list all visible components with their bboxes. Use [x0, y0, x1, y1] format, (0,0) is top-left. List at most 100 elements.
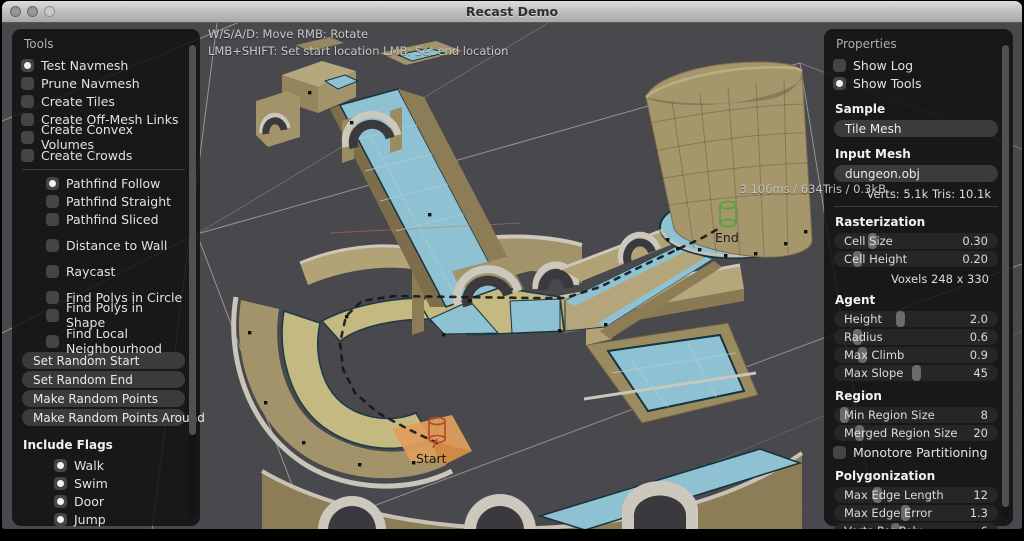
set-random-end-button[interactable]: Set Random End	[22, 371, 185, 388]
slider-verts-per-poly[interactable]: Verts Per Poly6	[834, 523, 998, 529]
mode-label: Raycast	[66, 264, 115, 279]
properties-panel-title: Properties	[833, 34, 999, 56]
flag-label: Walk	[74, 458, 104, 473]
checkbox-label: Monotore Partitioning	[853, 445, 988, 460]
slider-max-slope[interactable]: Max Slope 45	[834, 365, 998, 381]
checkbox-icon	[54, 495, 67, 508]
toggle-label: Show Log	[853, 58, 913, 73]
slider-max-edge-length[interactable]: Max Edge Length12	[834, 487, 998, 503]
region-section-title: Region	[835, 389, 999, 403]
slider-value: 0.30	[962, 234, 988, 248]
radio-icon	[21, 149, 34, 162]
title-bar: Recast Demo	[2, 1, 1022, 23]
mode-pathfind-straight[interactable]: Pathfind Straight	[46, 192, 186, 210]
flag-checkbox-door[interactable]: Door	[54, 492, 186, 510]
close-button[interactable]	[10, 6, 21, 17]
make-random-points-around-button[interactable]: Make Random Points Around	[22, 409, 185, 426]
properties-panel: Properties Show Log Show Tools Sample Ti…	[824, 29, 1013, 526]
slider-label: Merged Region Size	[844, 426, 957, 440]
end-label: End	[715, 230, 739, 245]
slider-min-region-size[interactable]: Min Region Size 8	[834, 407, 998, 423]
tool-option-create-tiles[interactable]: Create Tiles	[21, 92, 186, 110]
slider-value: 0.20	[962, 252, 988, 266]
mode-raycast[interactable]: Raycast	[46, 262, 186, 280]
flag-label: Jump	[74, 512, 106, 527]
window-title: Recast Demo	[2, 1, 1022, 22]
tool-option-label: Create Crowds	[41, 148, 132, 163]
slider-label: Max Slope	[844, 366, 903, 380]
slider-label: Height	[844, 312, 882, 326]
radio-icon	[21, 113, 34, 126]
make-random-points-button[interactable]: Make Random Points	[22, 390, 185, 407]
viewport-help-text: W/S/A/D: Move RMB: Rotate LMB+SHIFT: Set…	[208, 26, 508, 60]
slider-merged-region-size[interactable]: Merged Region Size 20	[834, 425, 998, 441]
checkbox-icon	[54, 459, 67, 472]
slider-value: 45	[973, 366, 988, 380]
slider-value: 2.0	[970, 312, 988, 326]
slider-cell-size[interactable]: Cell Size0.30	[834, 233, 998, 249]
flag-checkbox-jump[interactable]: Jump	[54, 510, 186, 528]
mode-distance-to-wall[interactable]: Distance to Wall	[46, 236, 186, 254]
slider-cell-height[interactable]: Cell Height 0.20	[834, 251, 998, 267]
mode-label: Pathfind Follow	[66, 176, 160, 191]
tools-panel: Tools Test Navmesh Prune Navmesh Create …	[12, 29, 200, 526]
tool-option-label: Prune Navmesh	[41, 76, 140, 91]
tools-scrollbar-thumb[interactable]	[189, 45, 196, 435]
help-line-1: W/S/A/D: Move RMB: Rotate	[208, 26, 508, 43]
slider-label: Cell Height	[844, 252, 907, 266]
radio-icon	[46, 309, 59, 322]
mode-pathfind-follow[interactable]: Pathfind Follow	[46, 174, 186, 192]
tool-option-create-convex-volumes[interactable]: Create Convex Volumes	[21, 128, 186, 146]
slider-value: 8	[981, 408, 988, 422]
window-controls	[10, 6, 55, 17]
flag-checkbox-walk[interactable]: Walk	[54, 456, 186, 474]
checkbox-icon	[833, 59, 846, 72]
rasterization-section-title: Rasterization	[835, 215, 999, 229]
slider-label: Min Region Size	[844, 408, 935, 422]
voxels-note: Voxels 248 x 330	[833, 269, 999, 287]
radio-icon	[46, 335, 59, 348]
polygonization-section-title: Polygonization	[835, 469, 999, 483]
slider-thumb[interactable]	[912, 365, 921, 381]
sample-section-title: Sample	[835, 102, 999, 116]
radio-icon	[21, 59, 34, 72]
checkbox-icon	[54, 513, 67, 526]
slider-height[interactable]: Height 2.0	[834, 311, 998, 327]
viewport: Start End W/S/A/D: Move RMB: Rotate LMB+…	[2, 23, 1022, 529]
tool-option-prune-navmesh[interactable]: Prune Navmesh	[21, 74, 186, 92]
app-window: Recast Demo	[2, 1, 1022, 529]
include-flags-title: Include Flags	[23, 438, 186, 452]
minimize-button[interactable]	[27, 6, 38, 17]
slider-max-climb[interactable]: Max Climb0.9	[834, 347, 998, 363]
mode-pathfind-sliced[interactable]: Pathfind Sliced	[46, 210, 186, 228]
radio-icon	[46, 195, 59, 208]
radio-icon	[21, 95, 34, 108]
mode-find-polys-in-shape[interactable]: Find Polys in Shape	[46, 306, 186, 324]
sample-value-button[interactable]: Tile Mesh	[834, 120, 998, 137]
monotone-partitioning-checkbox[interactable]: Monotore Partitioning	[833, 443, 999, 461]
checkbox-icon	[833, 446, 846, 459]
tools-panel-title: Tools	[21, 34, 186, 56]
slider-label: Radius	[844, 330, 883, 344]
maximize-button[interactable]	[44, 6, 55, 17]
properties-scrollbar-thumb[interactable]	[1002, 45, 1009, 507]
tool-option-test-navmesh[interactable]: Test Navmesh	[21, 56, 186, 74]
slider-value: 12	[973, 488, 988, 502]
flag-checkbox-swim[interactable]: Swim	[54, 474, 186, 492]
slider-value: 20	[973, 426, 988, 440]
radio-icon	[46, 291, 59, 304]
input-mesh-value-button[interactable]: dungeon.obj	[834, 165, 998, 182]
show-log-toggle[interactable]: Show Log	[833, 56, 999, 74]
slider-value: 0.9	[970, 348, 988, 362]
radio-icon	[46, 239, 59, 252]
separator	[834, 206, 998, 207]
radio-icon	[21, 131, 34, 144]
slider-label: Max Edge Error	[844, 506, 932, 520]
slider-max-edge-error[interactable]: Max Edge Error1.3	[834, 505, 998, 521]
slider-value: 6	[981, 524, 988, 529]
mode-find-local-neighbourhood[interactable]: Find Local Neighbourhood	[46, 332, 186, 350]
slider-thumb[interactable]	[896, 311, 905, 327]
show-tools-toggle[interactable]: Show Tools	[833, 74, 999, 92]
flag-label: Swim	[74, 476, 108, 491]
slider-radius[interactable]: Radius0.6	[834, 329, 998, 345]
